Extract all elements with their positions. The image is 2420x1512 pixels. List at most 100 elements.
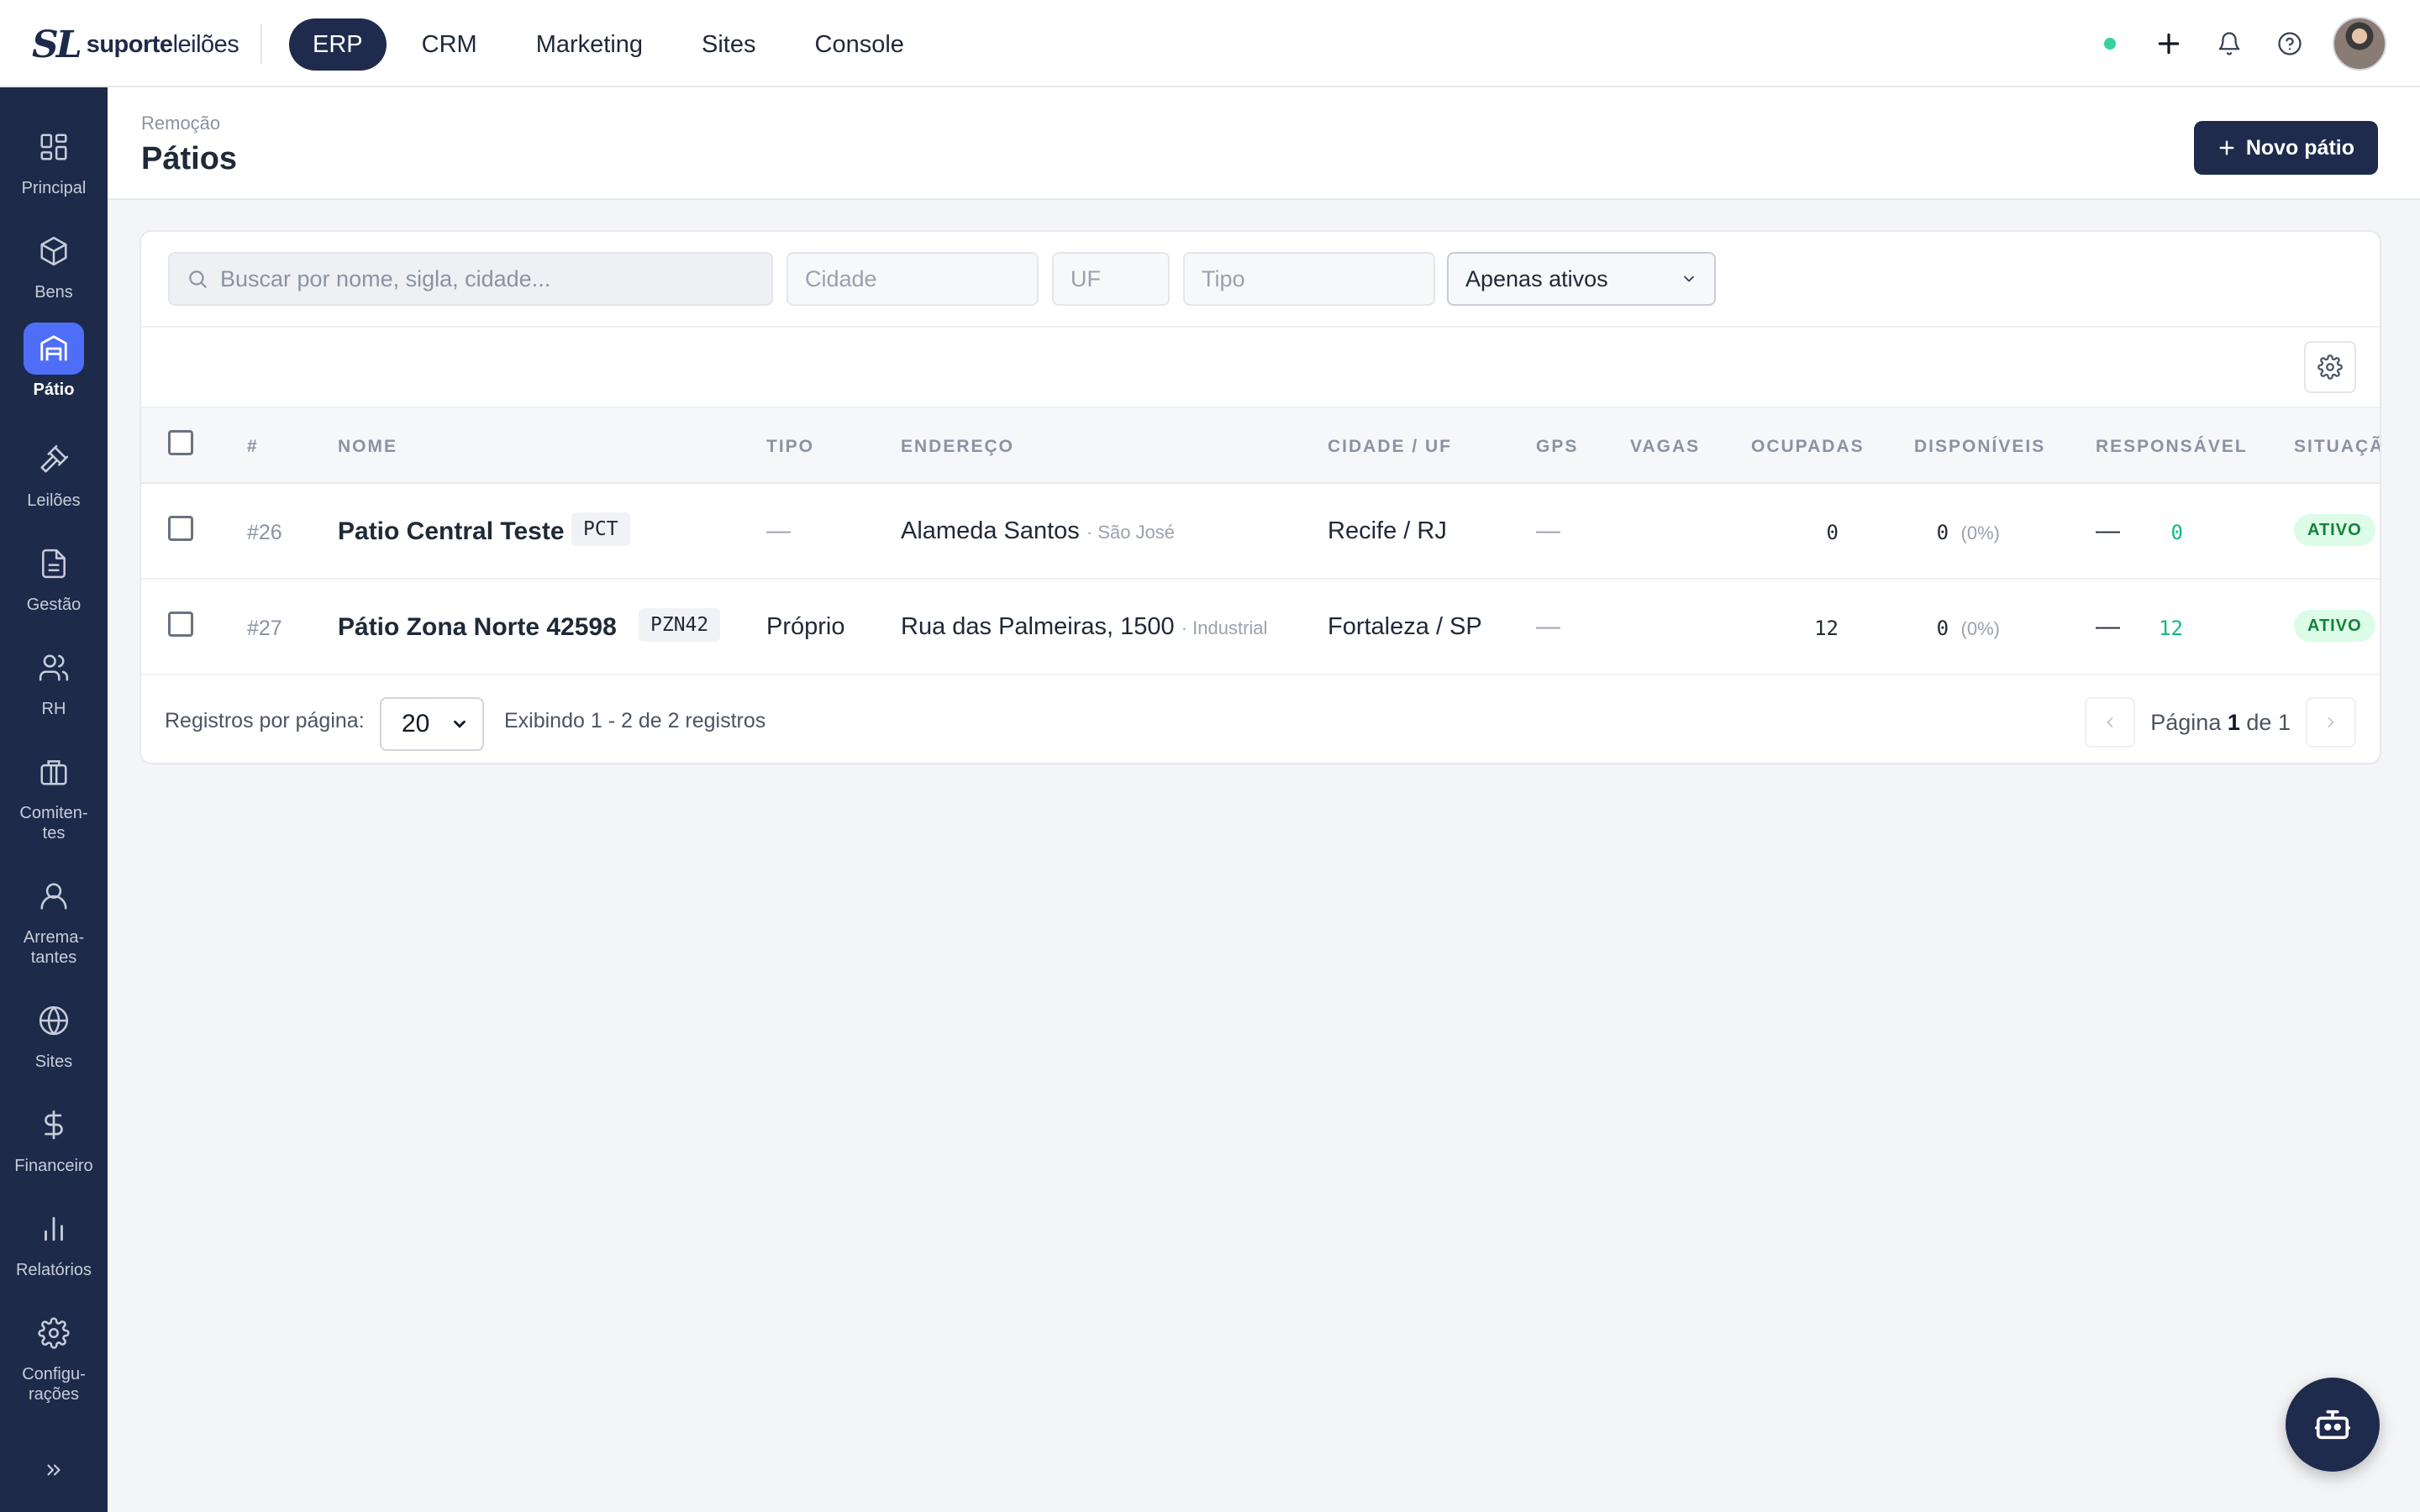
row-id: #26	[247, 521, 282, 544]
module-tab-crm[interactable]: CRM	[398, 18, 501, 71]
status-select[interactable]: Apenas ativos	[1447, 252, 1716, 306]
user-icon	[24, 870, 84, 922]
row-id: #27	[247, 617, 282, 640]
chevron-down-icon	[1684, 276, 1694, 282]
per-page-select[interactable]: 20	[380, 697, 484, 751]
plus-icon[interactable]	[2151, 26, 2186, 61]
sidebar-item-relatorios[interactable]: Relatórios	[0, 1203, 108, 1280]
select-all-checkbox[interactable]	[168, 430, 193, 455]
sidebar-item-label: Leilões	[27, 491, 81, 510]
sidebar-item-financeiro[interactable]: Financeiro	[0, 1099, 108, 1176]
table-settings-button[interactable]	[2304, 341, 2356, 393]
column-header-id[interactable]: #	[247, 437, 259, 457]
row-checkbox[interactable]	[168, 516, 193, 541]
sidebar-item-rh[interactable]: RH	[0, 642, 108, 719]
sidebar-item-label: Principal	[21, 179, 87, 197]
column-header-city[interactable]: CIDADE / UF	[1328, 437, 1452, 457]
patios-card: Apenas ativos # NOME TIPO ENDEREÇO CIDAD…	[139, 230, 2381, 764]
row-available: 12	[2159, 617, 2183, 640]
sidebar-item-label: Pátio	[33, 381, 75, 399]
previous-page-button[interactable]	[2085, 697, 2136, 748]
robot-icon	[2315, 1410, 2350, 1440]
sidebar-item-configuracoes[interactable]: Configu- rações	[0, 1307, 108, 1404]
row-manager: —	[2096, 517, 2120, 544]
row-name[interactable]: Patio Central Teste	[338, 517, 565, 546]
bar-chart-icon	[24, 1203, 84, 1255]
sidebar-item-label: Configu- rações	[22, 1365, 86, 1404]
row-code-tag: PZN42	[639, 608, 721, 642]
module-tab-sites[interactable]: Sites	[678, 18, 779, 71]
column-header-gps[interactable]: GPS	[1536, 437, 1578, 457]
brand-logo[interactable]: SL suporteleilões	[32, 24, 239, 66]
sidebar-item-label: RH	[41, 700, 66, 718]
column-header-type[interactable]: TIPO	[766, 437, 814, 457]
help-icon[interactable]	[2272, 26, 2307, 61]
type-input[interactable]	[1185, 254, 1434, 304]
online-status-dot	[2104, 38, 2116, 50]
sidebar-item-label: Relatórios	[15, 1261, 92, 1279]
sidebar-item-label: Comiten- tes	[19, 804, 88, 843]
avatar[interactable]	[2333, 17, 2386, 71]
row-checkbox[interactable]	[168, 612, 193, 637]
row-available: 0	[2170, 521, 2183, 544]
new-patio-label: Novo pátio	[2245, 135, 2354, 160]
table-row[interactable]: #27 Pátio Zona Norte 42598 PZN42 Próprio…	[141, 580, 2380, 675]
module-tab-erp[interactable]: ERP	[289, 18, 387, 71]
chevron-left-icon	[2107, 717, 2113, 727]
column-header-name[interactable]: NOME	[338, 437, 397, 457]
uf-filter[interactable]	[1052, 252, 1170, 306]
chevron-right-icon	[2328, 717, 2334, 727]
city-filter[interactable]	[786, 252, 1039, 306]
type-filter[interactable]	[1183, 252, 1435, 306]
sidebar: Principal Bens Pátio Leilões Gestão RH C…	[0, 87, 108, 1512]
plus-icon	[2219, 140, 2234, 155]
pagination: Página 1 de 1	[2085, 697, 2356, 748]
top-bar: SL suporteleilões ERP CRM Marketing Site…	[0, 0, 2420, 87]
sidebar-item-principal[interactable]: Principal	[0, 121, 108, 198]
sidebar-item-gestao[interactable]: Gestão	[0, 538, 108, 615]
module-tab-console[interactable]: Console	[792, 18, 928, 71]
next-page-button[interactable]	[2306, 697, 2356, 748]
status-badge: ATIVO	[2294, 610, 2375, 642]
search-icon	[189, 270, 207, 288]
logo-text: suporteleilões	[86, 31, 239, 58]
sidebar-item-patio[interactable]: Pátio	[0, 323, 108, 400]
sidebar-item-sites[interactable]: Sites	[0, 995, 108, 1072]
sidebar-item-bens[interactable]: Bens	[0, 225, 108, 302]
new-patio-button[interactable]: Novo pátio	[2193, 121, 2378, 175]
row-gps: —	[1536, 517, 1560, 544]
chevron-down-icon	[454, 720, 466, 728]
sidebar-item-label: Gestão	[26, 596, 82, 614]
sidebar-item-label: Arrema- tantes	[23, 928, 85, 967]
sidebar-item-comitentes[interactable]: Comiten- tes	[0, 746, 108, 843]
row-city: Recife / RJ	[1328, 517, 1447, 544]
divider	[260, 24, 262, 64]
top-actions	[2104, 17, 2386, 71]
dashboard-icon	[24, 121, 84, 173]
column-header-available[interactable]: DISPONÍVEIS	[1914, 437, 2045, 457]
assistant-bot-button[interactable]	[2286, 1378, 2380, 1472]
column-header-manager[interactable]: RESPONSÁVEL	[2096, 437, 2248, 457]
uf-input[interactable]	[1054, 254, 1168, 304]
column-header-status[interactable]: SITUAÇÃO	[2294, 437, 2380, 457]
row-address: Rua das Palmeiras, 1500 · Industrial	[901, 613, 1268, 640]
document-icon	[24, 538, 84, 590]
logo-mark: SL	[32, 24, 82, 66]
column-header-spots[interactable]: VAGAS	[1630, 437, 1700, 457]
sidebar-item-arrematantes[interactable]: Arrema- tantes	[0, 870, 108, 968]
column-header-address[interactable]: ENDEREÇO	[901, 437, 1014, 457]
gavel-icon	[24, 433, 84, 486]
per-page-value: 20	[402, 710, 430, 738]
table-row[interactable]: #26 Patio Central Teste PCT — Alameda Sa…	[141, 484, 2380, 580]
bell-icon[interactable]	[2212, 26, 2247, 61]
city-input[interactable]	[788, 254, 1037, 304]
table-toolbar	[141, 328, 2380, 408]
expand-sidebar-icon[interactable]	[37, 1453, 71, 1487]
module-tab-marketing[interactable]: Marketing	[513, 18, 666, 71]
search-box[interactable]	[168, 252, 773, 306]
sidebar-item-leiloes[interactable]: Leilões	[0, 433, 108, 511]
breadcrumb[interactable]: Remoção	[141, 113, 220, 134]
row-name[interactable]: Pátio Zona Norte 42598	[338, 613, 617, 642]
search-input[interactable]	[220, 265, 758, 292]
column-header-occupied[interactable]: OCUPADAS	[1751, 437, 1865, 457]
